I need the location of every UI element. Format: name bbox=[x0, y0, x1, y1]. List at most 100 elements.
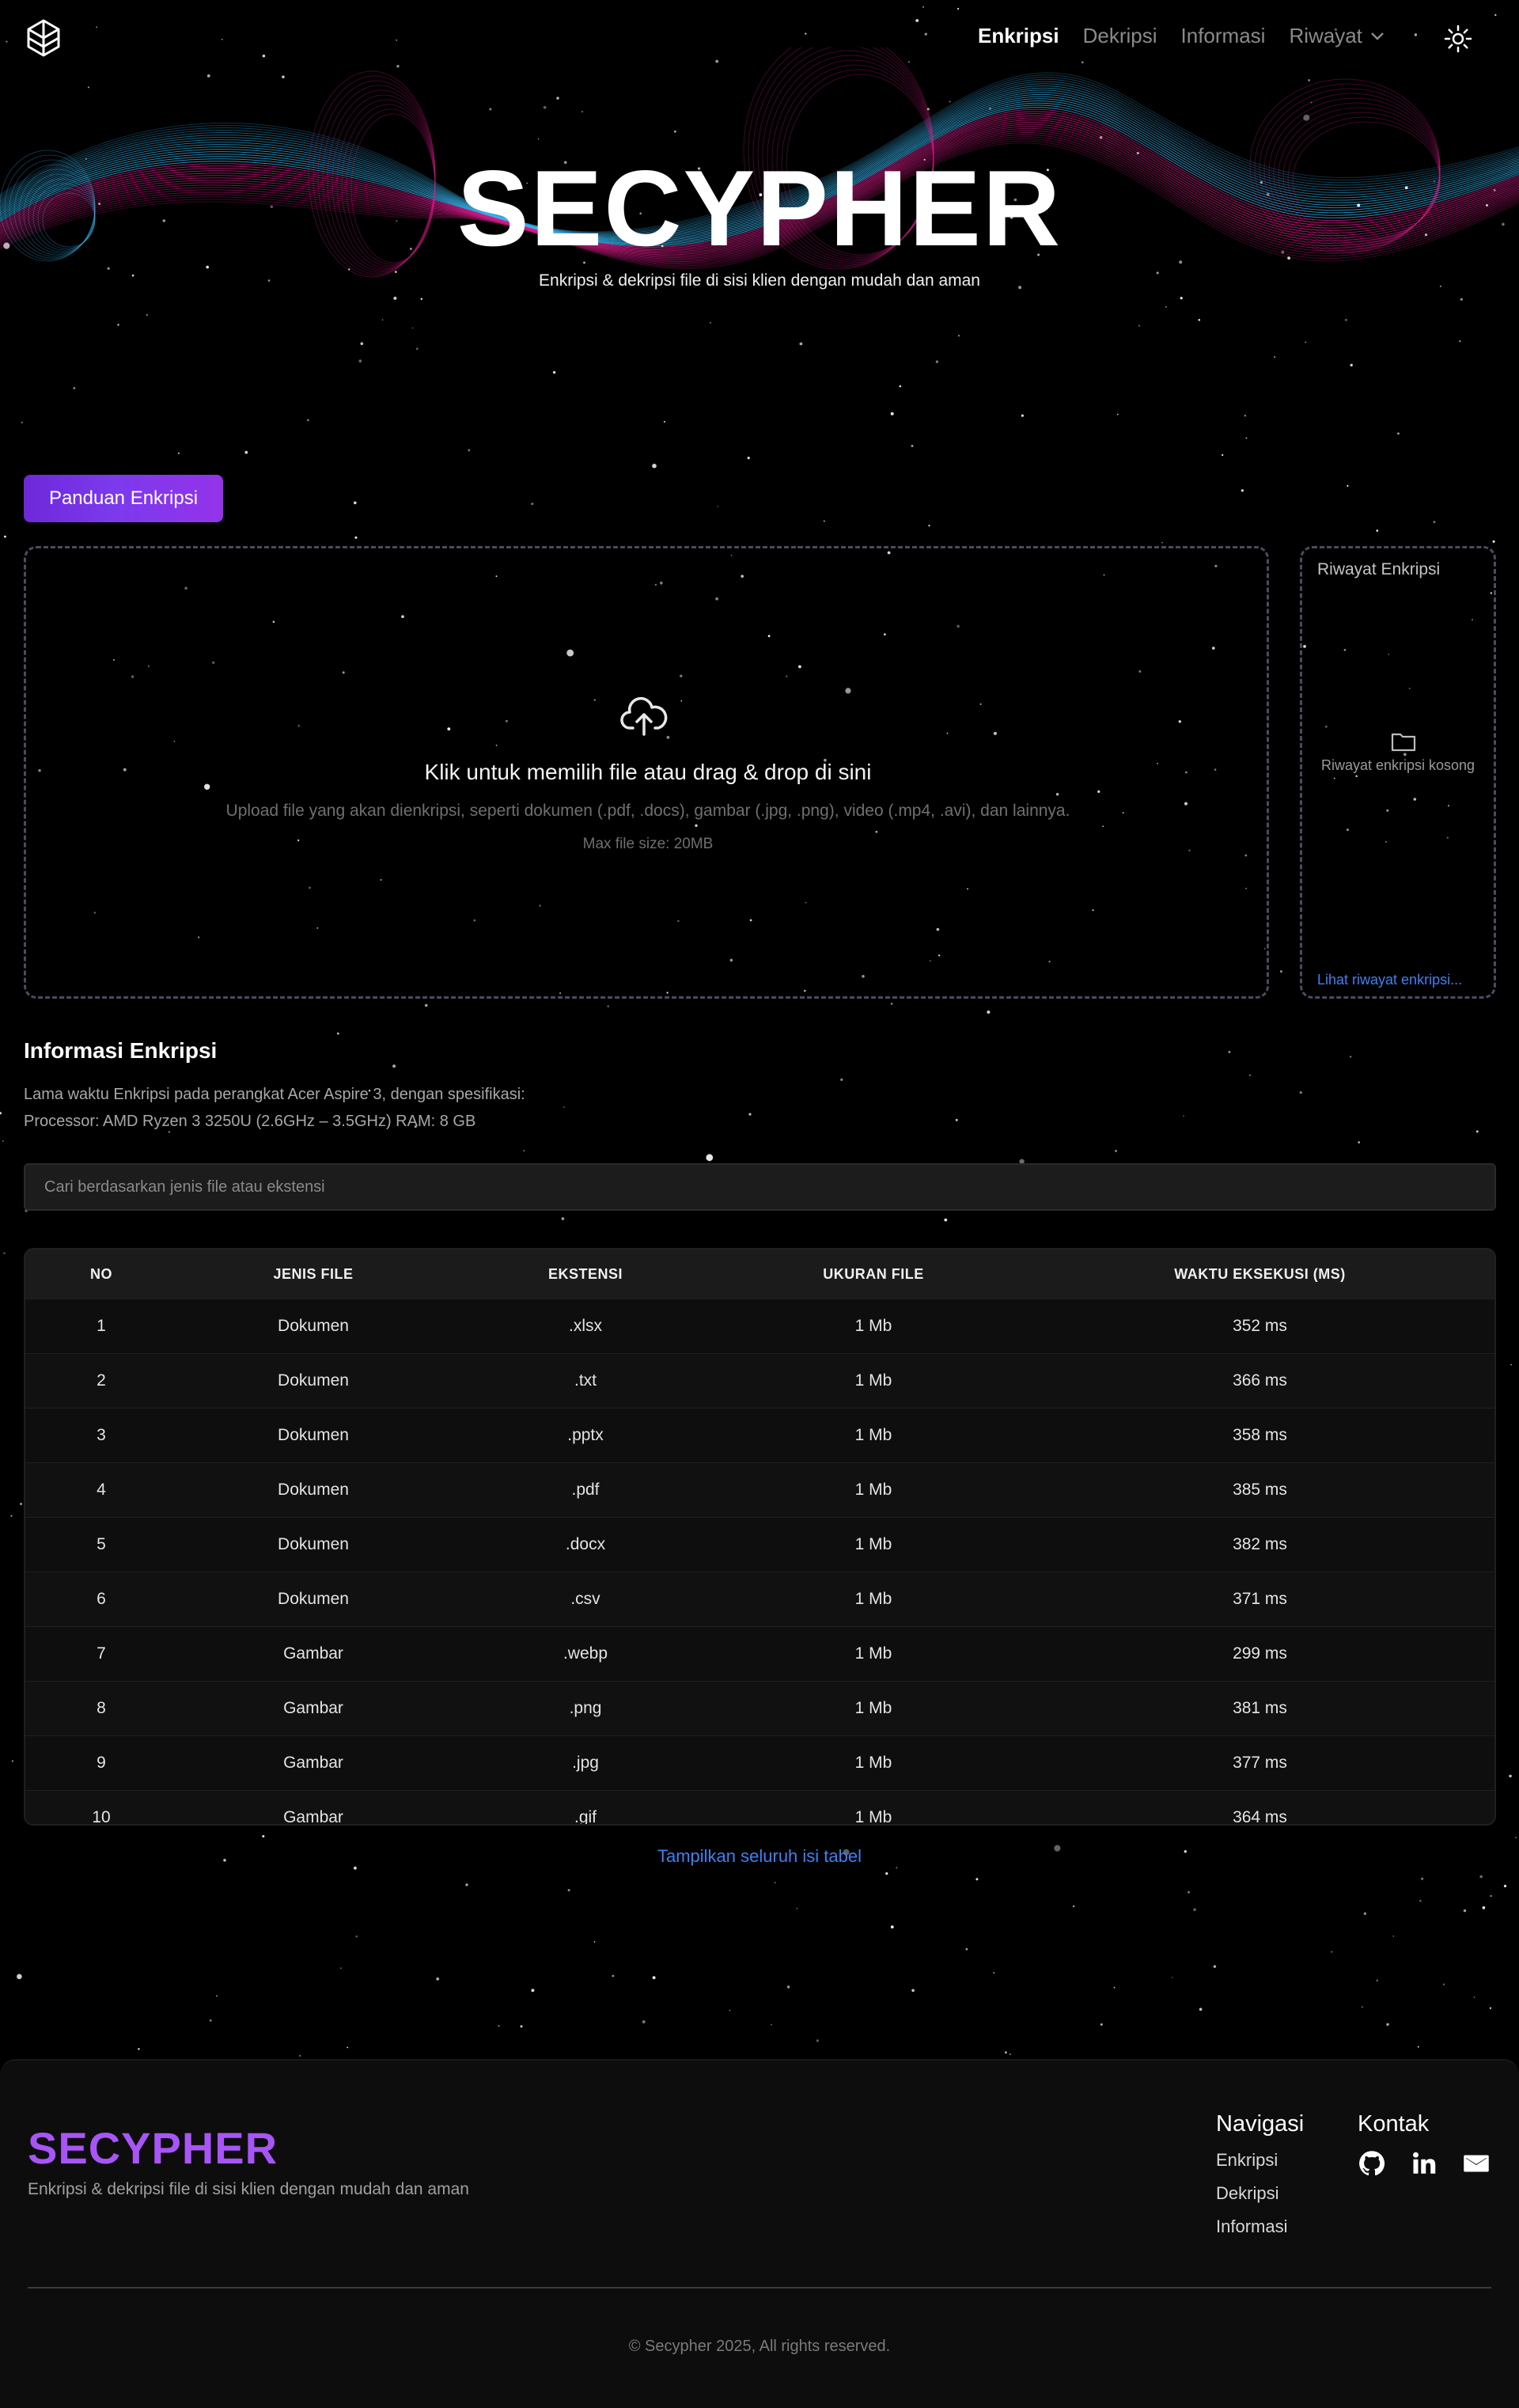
cell-ukuran-file: 1 Mb bbox=[722, 1299, 1025, 1354]
footer-copyright: © Secypher 2025, All rights reserved. bbox=[628, 2338, 891, 2355]
nav-informasi[interactable]: Informasi bbox=[1181, 24, 1266, 48]
cell-ekstensi: .xlsx bbox=[449, 1299, 722, 1354]
cell-ekstensi: .txt bbox=[449, 1353, 722, 1409]
header-jenis-file: Jenis File bbox=[177, 1250, 449, 1299]
table-row: 2 Dokumen .txt 1 Mb 366 ms bbox=[25, 1353, 1494, 1409]
cell-ekstensi: .jpg bbox=[449, 1735, 722, 1791]
cell-no: 1 bbox=[25, 1299, 177, 1354]
cell-no: 9 bbox=[25, 1735, 177, 1791]
header-no: No bbox=[25, 1250, 177, 1299]
cell-jenis-file: Dokumen bbox=[177, 1462, 449, 1518]
nav-riwayat-dropdown[interactable]: Riwayat bbox=[1289, 24, 1384, 48]
cell-ekstensi: .png bbox=[449, 1681, 722, 1736]
cell-jenis-file: Gambar bbox=[177, 1681, 449, 1736]
cell-no: 5 bbox=[25, 1517, 177, 1572]
cell-ekstensi: .gif bbox=[449, 1790, 722, 1824]
cell-ukuran-file: 1 Mb bbox=[722, 1517, 1025, 1572]
cell-jenis-file: Dokumen bbox=[177, 1299, 449, 1354]
nav-dekripsi[interactable]: Dekripsi bbox=[1083, 24, 1157, 48]
footer-description: Enkripsi & dekripsi file di sisi klien d… bbox=[28, 2180, 469, 2198]
cell-jenis-file: Gambar bbox=[177, 1790, 449, 1824]
cell-ukuran-file: 1 Mb bbox=[722, 1681, 1025, 1736]
linkedin-icon[interactable] bbox=[1410, 2149, 1438, 2178]
table-row: 6 Dokumen .csv 1 Mb 371 ms bbox=[25, 1572, 1494, 1627]
footer-divider bbox=[28, 2287, 1491, 2289]
cell-jenis-file: Dokumen bbox=[177, 1572, 449, 1627]
header-ukuran-file: Ukuran File bbox=[722, 1250, 1025, 1299]
upload-title: Klik untuk memilih file atau drag & drop… bbox=[424, 760, 872, 784]
top-navigation: Enkripsi Dekripsi Informasi Riwayat bbox=[978, 24, 1385, 48]
cell-waktu-eksekusi: 371 ms bbox=[1025, 1572, 1494, 1627]
upload-max-size: Max file size: 20MB bbox=[582, 836, 714, 852]
cell-ukuran-file: 1 Mb bbox=[722, 1735, 1025, 1791]
nav-enkripsi[interactable]: Enkripsi bbox=[978, 24, 1059, 48]
cell-no: 3 bbox=[25, 1408, 177, 1463]
hero-title: SECYPHER bbox=[456, 148, 1063, 268]
info-title: Informasi Enkripsi bbox=[24, 1038, 218, 1063]
search-input[interactable] bbox=[24, 1163, 1496, 1211]
cell-ekstensi: .webp bbox=[449, 1626, 722, 1682]
github-icon[interactable] bbox=[1358, 2149, 1386, 2178]
cell-ekstensi: .docx bbox=[449, 1517, 722, 1572]
cell-ukuran-file: 1 Mb bbox=[722, 1353, 1025, 1409]
footer-link-informasi[interactable]: Informasi bbox=[1216, 2216, 1287, 2237]
cell-ukuran-file: 1 Mb bbox=[722, 1572, 1025, 1627]
cell-jenis-file: Dokumen bbox=[177, 1517, 449, 1572]
info-spec-line: Processor: AMD Ryzen 3 3250U (2.6GHz – 3… bbox=[24, 1113, 476, 1130]
cell-no: 6 bbox=[25, 1572, 177, 1627]
cell-waktu-eksekusi: 364 ms bbox=[1025, 1790, 1494, 1824]
guide-button[interactable]: Panduan Enkripsi bbox=[24, 475, 223, 522]
chevron-down-icon bbox=[1371, 32, 1384, 40]
cloud-upload-icon bbox=[620, 697, 668, 736]
hero-wave-decoration bbox=[0, 47, 1519, 278]
history-view-link[interactable]: Lihat riwayat enkripsi... bbox=[1317, 972, 1462, 988]
cell-ukuran-file: 1 Mb bbox=[722, 1408, 1025, 1463]
cell-jenis-file: Dokumen bbox=[177, 1408, 449, 1463]
cell-no: 10 bbox=[25, 1790, 177, 1824]
table-row: 5 Dokumen .docx 1 Mb 382 ms bbox=[25, 1517, 1494, 1572]
cell-no: 4 bbox=[25, 1462, 177, 1518]
footer-link-dekripsi[interactable]: Dekripsi bbox=[1216, 2183, 1278, 2204]
hero-subtitle: Enkripsi & dekripsi file di sisi klien d… bbox=[539, 271, 980, 290]
table-row: 9 Gambar .jpg 1 Mb 377 ms bbox=[25, 1735, 1494, 1791]
table-row: 7 Gambar .webp 1 Mb 299 ms bbox=[25, 1626, 1494, 1682]
cell-waktu-eksekusi: 299 ms bbox=[1025, 1626, 1494, 1682]
table-row: 10 Gambar .gif 1 Mb 364 ms bbox=[25, 1790, 1494, 1824]
cube-stack-logo-icon[interactable] bbox=[24, 17, 63, 62]
footer-nav-title: Navigasi bbox=[1216, 2111, 1305, 2137]
table-header-row: No Jenis File Ekstensi Ukuran File Waktu… bbox=[25, 1250, 1494, 1299]
show-all-table-link[interactable]: Tampilkan seluruh isi tabel bbox=[0, 1846, 1519, 1867]
cell-waktu-eksekusi: 352 ms bbox=[1025, 1299, 1494, 1354]
table-row: 3 Dokumen .pptx 1 Mb 358 ms bbox=[25, 1408, 1494, 1463]
cell-waktu-eksekusi: 385 ms bbox=[1025, 1462, 1494, 1518]
cell-waktu-eksekusi: 377 ms bbox=[1025, 1735, 1494, 1791]
cell-jenis-file: Gambar bbox=[177, 1626, 449, 1682]
cell-no: 7 bbox=[25, 1626, 177, 1682]
info-device-line: Lama waktu Enkripsi pada perangkat Acer … bbox=[24, 1086, 525, 1103]
cell-waktu-eksekusi: 358 ms bbox=[1025, 1408, 1494, 1463]
cell-no: 8 bbox=[25, 1681, 177, 1736]
footer-contact-title: Kontak bbox=[1358, 2111, 1430, 2137]
cell-waktu-eksekusi: 381 ms bbox=[1025, 1681, 1494, 1736]
footer-link-enkripsi[interactable]: Enkripsi bbox=[1216, 2150, 1278, 2171]
sun-icon[interactable] bbox=[1443, 24, 1473, 54]
folder-icon bbox=[1391, 733, 1416, 752]
cell-waktu-eksekusi: 382 ms bbox=[1025, 1517, 1494, 1572]
table-row: 1 Dokumen .xlsx 1 Mb 352 ms bbox=[25, 1299, 1494, 1354]
history-title: Riwayat Enkripsi bbox=[1317, 560, 1441, 578]
cell-no: 2 bbox=[25, 1353, 177, 1409]
cell-ekstensi: .pdf bbox=[449, 1462, 722, 1518]
table-row: 8 Gambar .png 1 Mb 381 ms bbox=[25, 1681, 1494, 1736]
footer-brand: SECYPHER bbox=[28, 2123, 278, 2173]
cell-ukuran-file: 1 Mb bbox=[722, 1462, 1025, 1518]
nav-riwayat-label: Riwayat bbox=[1289, 24, 1362, 47]
cell-ekstensi: .csv bbox=[449, 1572, 722, 1627]
cell-waktu-eksekusi: 366 ms bbox=[1025, 1353, 1494, 1409]
cell-ukuran-file: 1 Mb bbox=[722, 1790, 1025, 1824]
header-waktu-eksekusi: Waktu Eksekusi (ms) bbox=[1025, 1250, 1494, 1299]
header-ekstensi: Ekstensi bbox=[449, 1250, 722, 1299]
cell-ukuran-file: 1 Mb bbox=[722, 1626, 1025, 1682]
cell-jenis-file: Dokumen bbox=[177, 1353, 449, 1409]
mail-icon[interactable] bbox=[1462, 2149, 1491, 2178]
cell-ekstensi: .pptx bbox=[449, 1408, 722, 1463]
